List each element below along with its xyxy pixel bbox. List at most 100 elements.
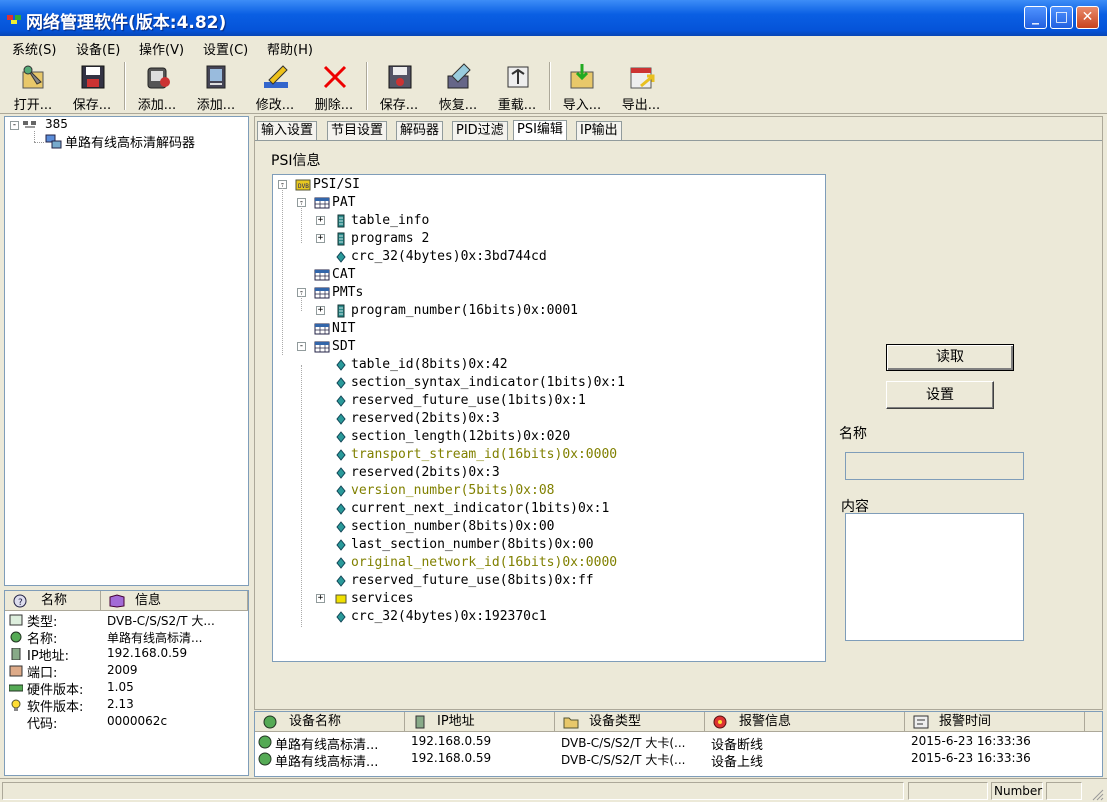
menu-system[interactable]: 系统(S) xyxy=(12,39,56,58)
tab-program-settings[interactable]: 节目设置 xyxy=(327,121,388,140)
edit-icon xyxy=(264,65,288,88)
app-icon xyxy=(7,15,21,24)
psi-tree-node[interactable]: section_length(12bits)0x:020 xyxy=(351,428,570,446)
menu-help[interactable]: 帮助(H) xyxy=(267,39,313,58)
info-header-name[interactable]: ? 名称 xyxy=(5,591,101,611)
name-label: 名称 xyxy=(839,426,867,442)
info-header-info[interactable]: 信息 xyxy=(101,591,248,611)
delete-button[interactable]: 删除... xyxy=(306,60,362,113)
tab-input-settings[interactable]: 输入设置 xyxy=(257,121,318,140)
services-icon xyxy=(335,594,347,604)
type-icon xyxy=(9,614,23,626)
list-icon xyxy=(337,304,345,318)
psi-tree-node[interactable]: programs 2 xyxy=(351,230,429,248)
tab-pid-filter[interactable]: PID过滤 xyxy=(452,121,508,140)
maximize-button[interactable]: □ xyxy=(1050,6,1073,29)
psi-tree-node[interactable]: current_next_indicator(1bits)0x:1 xyxy=(351,500,609,518)
psi-tree-node[interactable]: table_id(8bits)0x:42 xyxy=(351,356,508,374)
import-icon xyxy=(570,64,594,89)
alarm-header-alarm-info[interactable]: 报警信息 xyxy=(705,712,905,732)
alarm-device-type[interactable]: DVB-C/S/S2/T 大卡(... xyxy=(561,751,685,768)
menu-settings[interactable]: 设置(C) xyxy=(203,39,248,58)
psi-tree-node[interactable]: reserved(2bits)0x:3 xyxy=(351,464,500,482)
content-field[interactable] xyxy=(845,513,1024,641)
psi-tree-node[interactable]: program_number(16bits)0x:0001 xyxy=(351,302,578,320)
psi-tree-node[interactable]: section_syntax_indicator(1bits)0x:1 xyxy=(351,374,625,392)
tree-device-item[interactable]: 单路有线高标清解码器 xyxy=(65,132,195,151)
device-tree[interactable]: - 385 单路有线高标清解码器 xyxy=(4,116,249,586)
window-title: 网络管理软件(版本:4.82) xyxy=(26,13,227,33)
field-icon xyxy=(336,467,346,479)
reload-button[interactable]: 重载... xyxy=(489,60,545,113)
import-button[interactable]: 导入... xyxy=(554,60,610,113)
psi-tree-node[interactable]: crc_32(4bytes)0x:192370c1 xyxy=(351,608,547,626)
list-icon xyxy=(337,232,345,246)
alarm-header-device-name[interactable]: 设备名称 xyxy=(255,712,405,732)
psi-tree-node[interactable]: PAT xyxy=(332,194,355,212)
tab-ip-output[interactable]: IP输出 xyxy=(576,121,622,140)
alarm-header-device-type[interactable]: 设备类型 xyxy=(555,712,705,732)
psi-edit-pane: PSI信息 - DVB PSI/SI - PAT + table_info + programs… xyxy=(255,140,1102,709)
tree-expander[interactable]: + xyxy=(316,216,325,225)
psi-tree-node[interactable]: original_network_id(16bits)0x:0000 xyxy=(351,554,617,572)
psi-tree-node[interactable]: reserved_future_use(1bits)0x:1 xyxy=(351,392,586,410)
psi-tree-node[interactable]: reserved(2bits)0x:3 xyxy=(351,410,500,428)
tree-expander[interactable]: + xyxy=(316,306,325,315)
close-button[interactable]: ✕ xyxy=(1076,6,1099,29)
device-status-icon xyxy=(258,752,272,766)
psi-tree-node[interactable]: crc_32(4bytes)0x:3bd744cd xyxy=(351,248,547,266)
psi-tree-node[interactable]: table_info xyxy=(351,212,429,230)
menu-operation[interactable]: 操作(V) xyxy=(139,39,184,58)
alarm-time[interactable]: 2015-6-23 16:33:36 xyxy=(911,751,1031,765)
name-field[interactable] xyxy=(845,452,1024,480)
psi-tree-node[interactable]: NIT xyxy=(332,320,355,338)
tree-root[interactable]: 385 xyxy=(45,117,68,131)
psi-tree-node[interactable]: CAT xyxy=(332,266,355,284)
ip-icon xyxy=(11,648,21,660)
psi-tree-node[interactable]: section_number(8bits)0x:00 xyxy=(351,518,555,536)
network-icon xyxy=(23,121,36,128)
tree-expander[interactable]: + xyxy=(316,594,325,603)
add-device-button[interactable]: 添加... xyxy=(188,60,244,113)
psi-tree-node[interactable]: last_section_number(8bits)0x:00 xyxy=(351,536,594,554)
restore-button[interactable]: 恢复... xyxy=(430,60,486,113)
psi-tree-node[interactable]: transport_stream_id(16bits)0x:0000 xyxy=(351,446,617,464)
toolbar: 打开... 保存... 添加... 添加... 修改... 删除... 保存..… xyxy=(0,58,1107,114)
alarm-time[interactable]: 2015-6-23 16:33:36 xyxy=(911,734,1031,748)
title-bar[interactable]: 网络管理软件(版本:4.82) _ □ ✕ xyxy=(0,0,1107,36)
tree-collapse-toggle[interactable]: - xyxy=(10,121,19,130)
alarm-ip[interactable]: 192.168.0.59 xyxy=(411,734,491,748)
edit-button[interactable]: 修改... xyxy=(247,60,303,113)
psi-tree-node[interactable]: PSI/SI xyxy=(313,176,360,194)
psi-tree-node[interactable]: SDT xyxy=(332,338,355,356)
alarm-ip[interactable]: 192.168.0.59 xyxy=(411,751,491,765)
resize-grip-icon[interactable] xyxy=(1090,787,1104,801)
save-config-button[interactable]: 保存... xyxy=(371,60,427,113)
add-group-button[interactable]: 添加... xyxy=(129,60,185,113)
open-button[interactable]: 打开... xyxy=(5,60,61,113)
psi-tree-node[interactable]: services xyxy=(351,590,414,608)
ip-icon xyxy=(415,715,425,729)
read-button[interactable]: 读取 xyxy=(886,344,1014,371)
tree-expander[interactable]: + xyxy=(316,234,325,243)
psi-tree-node[interactable]: PMTs xyxy=(332,284,363,302)
export-button[interactable]: 导出... xyxy=(613,60,669,113)
menu-device[interactable]: 设备(E) xyxy=(76,39,120,58)
psi-tree-node[interactable]: reserved_future_use(8bits)0x:ff xyxy=(351,572,594,590)
table-icon xyxy=(314,269,330,281)
psi-tree[interactable]: - DVB PSI/SI - PAT + table_info + programs 2 crc_… xyxy=(272,174,826,662)
alarm-info[interactable]: 设备上线 xyxy=(711,751,763,770)
tab-decoder[interactable]: 解码器 xyxy=(396,121,444,140)
tab-psi-edit[interactable]: PSI编辑 xyxy=(513,120,567,141)
field-icon xyxy=(336,539,346,551)
alarm-header-time[interactable]: 报警时间 xyxy=(905,712,1085,732)
psi-tree-node[interactable]: version_number(5bits)0x:08 xyxy=(351,482,555,500)
table-icon xyxy=(314,323,330,335)
save-button[interactable]: 保存... xyxy=(64,60,120,113)
tree-expander[interactable]: - xyxy=(297,342,306,351)
alarm-device-name[interactable]: 单路有线高标清... xyxy=(275,751,378,770)
alarm-header-ip[interactable]: IP地址 xyxy=(405,712,555,732)
set-button[interactable]: 设置 xyxy=(886,381,994,409)
minimize-button[interactable]: _ xyxy=(1024,6,1047,29)
alarm-device-type[interactable]: DVB-C/S/S2/T 大卡(... xyxy=(561,734,685,751)
